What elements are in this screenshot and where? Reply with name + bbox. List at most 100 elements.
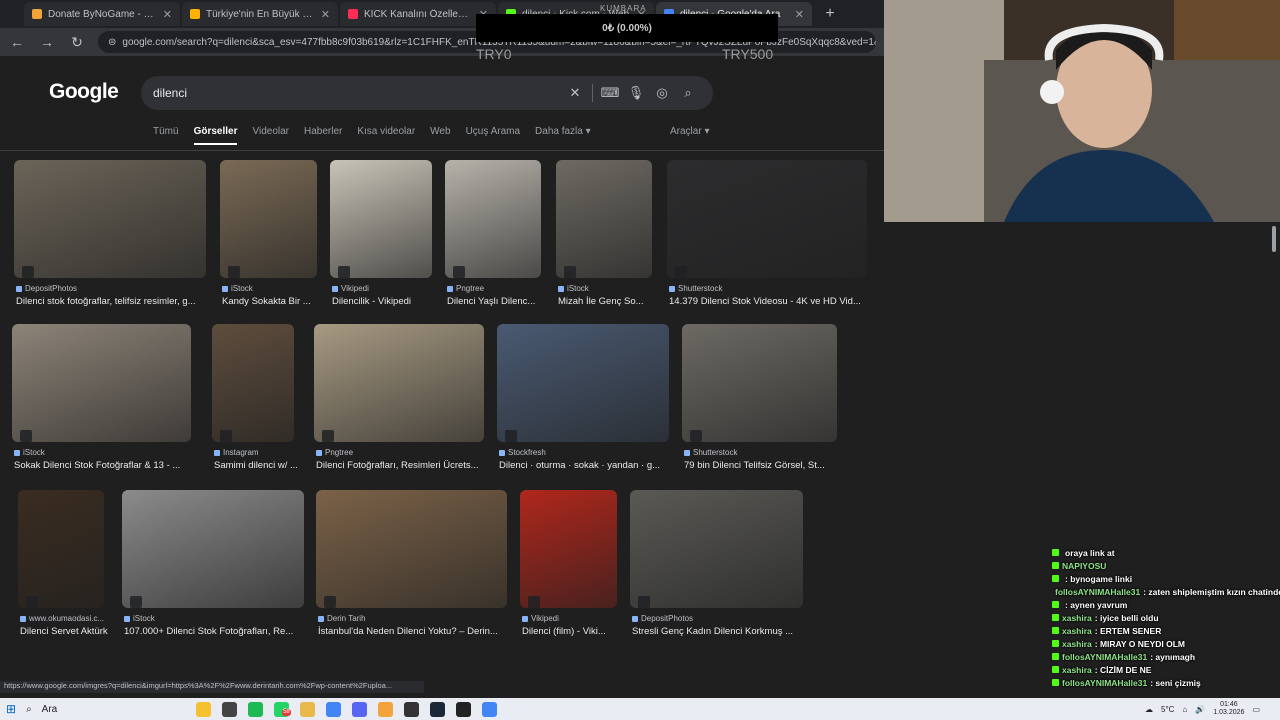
- result-source[interactable]: Pngtree: [316, 448, 353, 457]
- image-result[interactable]: Shutterstock 79 bin Dilenci Telifsiz Görs…: [682, 324, 837, 472]
- image-result[interactable]: Shutterstock 14.379 Dilenci Stok Videosu …: [667, 160, 867, 308]
- result-source[interactable]: iStock: [222, 284, 253, 293]
- result-source[interactable]: iStock: [558, 284, 589, 293]
- clock[interactable]: 01:46 1.03.2026: [1213, 701, 1244, 717]
- result-source[interactable]: Pngtree: [447, 284, 484, 293]
- result-thumbnail[interactable]: [122, 490, 304, 608]
- filter-tab[interactable]: Uçuş Arama: [466, 126, 520, 145]
- result-thumbnail[interactable]: [316, 490, 507, 608]
- whatsapp-icon[interactable]: 58: [274, 701, 291, 717]
- result-title[interactable]: İstanbul'da Neden Dilenci Yoktu? – Derin…: [318, 626, 521, 637]
- image-result[interactable]: iStock Sokak Dilenci Stok Fotoğraflar & 1…: [12, 324, 191, 472]
- weather-icon[interactable]: ☁: [1145, 705, 1153, 714]
- filter-tab[interactable]: Web: [430, 126, 450, 145]
- result-thumbnail[interactable]: [497, 324, 669, 442]
- result-source[interactable]: iStock: [124, 614, 155, 623]
- result-title[interactable]: Dilencilik - Vikipedi: [332, 296, 446, 307]
- search-icon[interactable]: ⌕: [675, 85, 701, 101]
- windows-start-icon[interactable]: ⊞: [6, 702, 16, 716]
- tools-button[interactable]: Araçlar ▾: [670, 126, 709, 137]
- filter-tab[interactable]: Videolar: [252, 126, 289, 145]
- image-result[interactable]: Vikipedi Dilenci (film) - Viki...: [520, 490, 617, 638]
- back-icon[interactable]: ←: [8, 34, 26, 50]
- network-icon[interactable]: ⌂: [1182, 705, 1187, 714]
- obs-icon[interactable]: [404, 701, 420, 717]
- image-result[interactable]: Instagram Samimi dilenci w/ ...: [212, 324, 298, 472]
- keyboard-icon[interactable]: ⌨: [597, 85, 623, 101]
- filter-tab[interactable]: Haberler: [304, 126, 342, 145]
- image-result[interactable]: Pngtree Dilenci Fotoğrafları, Resimleri Ü…: [314, 324, 484, 472]
- notifications-icon[interactable]: ▭: [1252, 705, 1260, 714]
- epic-icon[interactable]: [456, 701, 472, 717]
- volume-icon[interactable]: 🔊: [1195, 705, 1205, 714]
- result-thumbnail[interactable]: [220, 160, 317, 278]
- widgets-icon[interactable]: [196, 701, 212, 717]
- result-thumbnail[interactable]: [330, 160, 432, 278]
- result-title[interactable]: Sokak Dilenci Stok Fotoğraflar & 13 - ..…: [14, 460, 205, 471]
- result-source[interactable]: Stockfresh: [499, 448, 546, 457]
- lens-icon[interactable]: ◎: [649, 85, 675, 101]
- microphone-icon[interactable]: 🎙: [623, 85, 649, 101]
- result-source[interactable]: DepositPhotos: [16, 284, 77, 293]
- reload-icon[interactable]: ↻: [68, 34, 86, 51]
- filter-tab[interactable]: Kısa videolar: [357, 126, 415, 145]
- forward-icon[interactable]: →: [38, 34, 56, 50]
- browser-tab[interactable]: Donate ByNoGame - Streamer ✕: [24, 2, 180, 26]
- result-title[interactable]: Dilenci (film) - Viki...: [522, 626, 631, 637]
- result-source[interactable]: Shutterstock: [684, 448, 737, 457]
- site-info-icon[interactable]: ⊜: [108, 37, 116, 48]
- image-result[interactable]: iStock 107.000+ Dilenci Stok Fotoğrafları…: [122, 490, 304, 638]
- spotify-icon[interactable]: [248, 701, 264, 717]
- chrome-active-icon[interactable]: [482, 701, 498, 717]
- browser-tab[interactable]: Türkiye'nin En Büyük Oyuncu D ✕: [182, 2, 338, 26]
- result-source[interactable]: Vikipedi: [522, 614, 559, 623]
- chrome-icon[interactable]: [326, 701, 342, 717]
- result-source[interactable]: DepositPhotos: [632, 614, 693, 623]
- taskbar-search[interactable]: ⌕ Ara: [16, 700, 146, 718]
- result-title[interactable]: 107.000+ Dilenci Stok Fotoğrafları, Re..…: [124, 626, 318, 637]
- result-source[interactable]: Derin Tarih: [318, 614, 366, 623]
- result-thumbnail[interactable]: [520, 490, 617, 608]
- image-result[interactable]: Pngtree Dilenci Yaşlı Dilenc...: [445, 160, 541, 308]
- image-result[interactable]: DepositPhotos Dilenci stok fotoğraflar, t…: [14, 160, 206, 308]
- result-title[interactable]: Mizah İle Genç So...: [558, 296, 666, 307]
- result-thumbnail[interactable]: [445, 160, 541, 278]
- result-thumbnail[interactable]: [18, 490, 104, 608]
- result-title[interactable]: Dilenci Fotoğrafları, Resimleri Ücrets..…: [316, 460, 498, 471]
- search-input[interactable]: dilenci: [153, 86, 562, 100]
- clear-icon[interactable]: ✕: [562, 85, 588, 101]
- filter-tab[interactable]: Görseller: [193, 126, 238, 145]
- filter-tab[interactable]: Daha fazla ▾: [535, 126, 591, 145]
- result-title[interactable]: Dilenci · oturma · sokak · yandan · g...: [499, 460, 683, 471]
- image-result[interactable]: www.okumaodasi.c... Dilenci Servet Aktürk: [18, 490, 108, 638]
- result-thumbnail[interactable]: [14, 160, 206, 278]
- files-icon[interactable]: [300, 701, 316, 717]
- discord-icon[interactable]: [352, 701, 368, 717]
- task-view-icon[interactable]: [222, 701, 238, 717]
- result-source[interactable]: iStock: [14, 448, 45, 457]
- result-title[interactable]: Dilenci Servet Aktürk: [20, 626, 118, 637]
- result-title[interactable]: Samimi dilenci w/ ...: [214, 460, 308, 471]
- result-title[interactable]: Dilenci stok fotoğraflar, telifsiz resim…: [16, 296, 220, 307]
- result-title[interactable]: 14.379 Dilenci Stok Videosu - 4K ve HD V…: [669, 296, 881, 307]
- result-thumbnail[interactable]: [314, 324, 484, 442]
- image-result[interactable]: Derin Tarih İstanbul'da Neden Dilenci Yok…: [316, 490, 507, 638]
- image-result[interactable]: Stockfresh Dilenci · oturma · sokak · yan…: [497, 324, 669, 472]
- browser-tab[interactable]: KICK Kanalını Özelleştir | Kick✕: [340, 2, 496, 26]
- result-thumbnail[interactable]: [12, 324, 191, 442]
- result-thumbnail[interactable]: [630, 490, 803, 608]
- new-tab-button[interactable]: +: [820, 4, 840, 24]
- result-title[interactable]: Kandy Sokakta Bir ...: [222, 296, 331, 307]
- image-result[interactable]: Vikipedi Dilencilik - Vikipedi: [330, 160, 432, 308]
- result-source[interactable]: www.okumaodasi.c...: [20, 614, 104, 623]
- result-thumbnail[interactable]: [682, 324, 837, 442]
- result-source[interactable]: Instagram: [214, 448, 259, 457]
- search-box[interactable]: dilenci ✕ ⌨ 🎙 ◎ ⌕: [141, 76, 713, 110]
- steam-icon[interactable]: [430, 701, 446, 717]
- tab-close-icon[interactable]: ✕: [163, 8, 172, 21]
- google-logo[interactable]: Google: [49, 80, 119, 104]
- scrollbar[interactable]: [1272, 226, 1276, 252]
- image-result[interactable]: DepositPhotos Stresli Genç Kadın Dilenci …: [630, 490, 803, 638]
- result-title[interactable]: 79 bin Dilenci Telifsiz Görsel, St...: [684, 460, 851, 471]
- result-title[interactable]: Stresli Genç Kadın Dilenci Korkmuş ...: [632, 626, 817, 637]
